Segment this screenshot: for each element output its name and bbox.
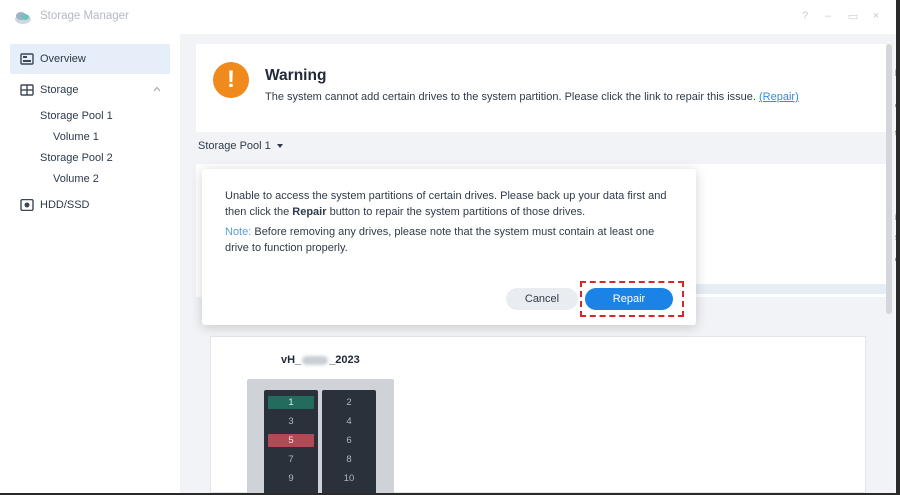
cancel-button[interactable]: Cancel [506,288,578,310]
bay-column-left: 1 3 5 7 9 [264,390,318,493]
device-name: vH_ _2023 [281,354,360,366]
sidebar-item-label: Storage [40,84,79,96]
sidebar-item-hdd-ssd[interactable]: HDD/SSD [10,190,170,220]
caret-down-icon [276,144,283,149]
sidebar-item-volume-2[interactable]: Volume 2 [53,173,99,185]
sidebar-item-storage[interactable]: Storage [10,75,170,105]
drive-bay-10[interactable]: 10 [326,472,372,485]
redacted-blur [302,355,329,365]
device-name-suffix: _2023 [329,354,360,366]
drive-bay-9[interactable]: 9 [268,472,314,485]
sidebar-item-overview[interactable]: Overview [10,44,170,74]
panel-strip [696,284,886,294]
storage-pool-selector[interactable]: Storage Pool 1 [198,140,283,152]
storage-manager-app-icon [15,12,31,24]
device-name-prefix: vH_ [281,354,302,366]
drive-bay-7[interactable]: 7 [268,453,314,466]
drive-bay-4[interactable]: 4 [326,415,372,428]
sidebar-item-label: Overview [40,53,86,65]
close-icon[interactable]: × [869,10,883,22]
overview-icon [20,53,34,65]
repair-button[interactable]: Repair [585,288,673,310]
dialog-note: Note: Before removing any drives, please… [225,224,681,256]
drive-bay-6[interactable]: 6 [326,434,372,447]
dialog-message-bold: Repair [292,206,327,218]
storage-pool-selected: Storage Pool 1 [198,140,271,152]
repair-link[interactable]: (Repair) [759,91,799,103]
storage-icon [20,84,34,96]
warning-title: Warning [265,67,327,84]
nas-chassis: 1 3 5 7 9 2 4 6 8 10 [247,379,394,493]
repair-dialog: Unable to access the system partitions o… [202,169,696,325]
drive-bay-1[interactable]: 1 [268,396,314,409]
drive-bay-8[interactable]: 8 [326,453,372,466]
note-text: Before removing any drives, please note … [225,226,655,254]
warning-message-text: The system cannot add certain drives to … [265,91,756,103]
sidebar-item-volume-1[interactable]: Volume 1 [53,131,99,143]
drive-bay-5[interactable]: 5 [268,434,314,447]
device-panel: vH_ _2023 1 3 5 7 9 2 4 6 8 10 [210,336,866,493]
dialog-message: Unable to access the system partitions o… [225,188,681,220]
disk-icon [20,199,34,211]
sidebar: Overview Storage Storage Pool 1 Volume 1… [0,34,180,493]
help-icon[interactable]: ? [798,10,812,22]
scrollbar-thumb[interactable] [886,44,892,314]
drive-bay-3[interactable]: 3 [268,415,314,428]
dialog-message-text-end: button to repair the system partitions o… [326,206,586,218]
sidebar-item-label: HDD/SSD [40,199,90,211]
sidebar-item-storage-pool-1[interactable]: Storage Pool 1 [40,110,113,122]
maximize-icon[interactable]: ▭ [846,10,860,23]
chevron-up-icon[interactable] [153,85,161,93]
drive-bay-2[interactable]: 2 [326,396,372,409]
title-bar: Storage Manager ? – ▭ × [0,0,896,34]
storage-manager-window: Storage Manager ? – ▭ × Overview Storage [0,0,896,493]
note-label: Note: [225,226,252,238]
bay-column-right: 2 4 6 8 10 [322,390,376,493]
warning-panel: ! Warning The system cannot add certain … [196,44,886,132]
minimize-icon[interactable]: – [821,10,835,22]
window-title: Storage Manager [40,10,129,22]
sidebar-item-storage-pool-2[interactable]: Storage Pool 2 [40,152,113,164]
main-scrollbar[interactable] [885,44,893,484]
warning-icon: ! [213,62,249,98]
screen-border-right [896,0,900,495]
warning-message: The system cannot add certain drives to … [265,91,799,103]
